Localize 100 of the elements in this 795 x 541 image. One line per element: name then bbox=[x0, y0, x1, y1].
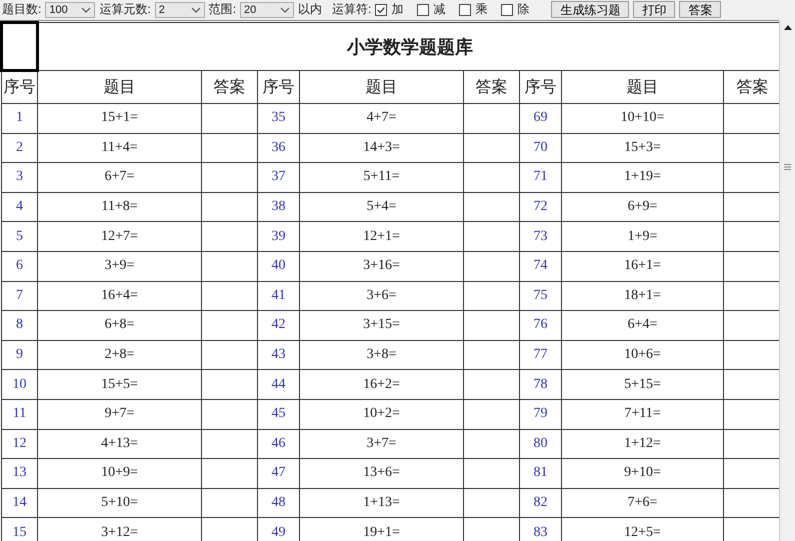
question-cell: 14+3= bbox=[300, 133, 464, 163]
checkbox-label: 加 bbox=[391, 1, 404, 18]
question-cell: 18+1= bbox=[562, 281, 724, 311]
checkbox[interactable] bbox=[417, 4, 430, 16]
answer-cell bbox=[202, 310, 258, 340]
number-cell: 81 bbox=[520, 458, 562, 488]
answer-cell bbox=[202, 133, 258, 163]
number-cell: 7 bbox=[2, 281, 38, 311]
answer-cell bbox=[202, 222, 258, 252]
answer-cell bbox=[202, 104, 258, 134]
number-cell: 42 bbox=[258, 310, 300, 340]
number-cell: 44 bbox=[258, 370, 300, 400]
question-cell: 15+5= bbox=[38, 370, 202, 400]
toolbar-button[interactable]: 生成练习题 bbox=[551, 1, 630, 18]
column-header: 答案 bbox=[464, 70, 520, 104]
answer-cell bbox=[202, 488, 258, 518]
answer-cell bbox=[464, 281, 520, 311]
question-cell: 16+1= bbox=[562, 251, 724, 282]
question-cell: 3+9= bbox=[38, 251, 202, 282]
question-cell: 10+9= bbox=[38, 458, 202, 488]
number-cell: 13 bbox=[2, 458, 38, 488]
answer-cell bbox=[464, 104, 520, 134]
vertical-scrollbar[interactable] bbox=[779, 20, 795, 541]
number-cell: 15 bbox=[2, 518, 38, 541]
checkbox[interactable] bbox=[501, 4, 514, 16]
answer-cell bbox=[464, 488, 520, 518]
question-cell: 1+19= bbox=[562, 162, 724, 192]
checkbox-label: 除 bbox=[517, 1, 530, 18]
number-cell: 82 bbox=[520, 488, 562, 518]
question-cell: 4+13= bbox=[38, 429, 202, 459]
number-cell: 76 bbox=[520, 310, 562, 340]
number-cell: 78 bbox=[520, 370, 562, 400]
question-cell: 6+7= bbox=[38, 162, 202, 192]
column-header: 答案 bbox=[202, 70, 258, 104]
column-header: 序号 bbox=[520, 70, 562, 104]
number-cell: 12 bbox=[2, 429, 38, 459]
grip-icon bbox=[784, 164, 791, 170]
number-cell: 69 bbox=[520, 104, 562, 134]
number-cell: 39 bbox=[258, 222, 300, 252]
question-cell: 3+8= bbox=[300, 340, 464, 370]
question-cell: 10+6= bbox=[562, 340, 724, 370]
question-cell: 15+3= bbox=[562, 133, 724, 163]
number-cell: 14 bbox=[2, 488, 38, 518]
corner-cell bbox=[2, 22, 38, 70]
answer-cell bbox=[202, 251, 258, 282]
number-cell: 80 bbox=[520, 429, 562, 459]
question-cell: 6+9= bbox=[562, 192, 724, 222]
number-cell: 71 bbox=[520, 162, 562, 192]
question-cell: 2+8= bbox=[38, 340, 202, 370]
question-cell: 9+10= bbox=[562, 458, 724, 488]
number-cell: 43 bbox=[258, 340, 300, 370]
count-dropdown[interactable]: 100 bbox=[45, 2, 96, 18]
toolbar-button[interactable]: 打印 bbox=[633, 1, 676, 18]
answer-cell bbox=[202, 162, 258, 192]
column-header: 题目 bbox=[300, 70, 464, 104]
caret-icon bbox=[190, 6, 201, 12]
number-cell: 79 bbox=[520, 399, 562, 430]
column-header: 题目 bbox=[562, 70, 724, 104]
number-cell: 11 bbox=[2, 399, 38, 430]
range-dropdown[interactable]: 20 bbox=[240, 2, 294, 18]
question-cell: 7+6= bbox=[562, 488, 724, 518]
operands-dropdown[interactable]: 2 bbox=[154, 2, 205, 18]
answer-cell bbox=[464, 310, 520, 340]
answer-cell bbox=[464, 162, 520, 192]
number-cell: 35 bbox=[258, 104, 300, 134]
question-cell: 4+7= bbox=[300, 104, 464, 134]
number-cell: 77 bbox=[520, 340, 562, 370]
number-cell: 48 bbox=[258, 488, 300, 518]
answer-cell bbox=[464, 370, 520, 400]
number-cell: 41 bbox=[258, 281, 300, 311]
number-cell: 40 bbox=[258, 251, 300, 282]
caret-icon bbox=[81, 6, 92, 12]
question-cell: 1+9= bbox=[562, 222, 724, 252]
question-cell: 3+7= bbox=[300, 429, 464, 459]
answer-cell bbox=[202, 281, 258, 311]
answer-cell bbox=[202, 370, 258, 400]
checkbox[interactable] bbox=[459, 4, 472, 16]
number-cell: 74 bbox=[520, 251, 562, 282]
range-label: 范围: bbox=[208, 1, 236, 18]
operands-label: 运算元数: bbox=[99, 1, 151, 18]
question-cell: 6+8= bbox=[38, 310, 202, 340]
scroll-up-icon[interactable] bbox=[784, 25, 792, 30]
question-cell: 11+8= bbox=[38, 192, 202, 222]
question-cell: 16+2= bbox=[300, 370, 464, 400]
answer-cell bbox=[464, 399, 520, 430]
question-cell: 1+12= bbox=[562, 429, 724, 459]
checkbox[interactable] bbox=[375, 4, 388, 16]
answer-cell bbox=[202, 429, 258, 459]
number-cell: 47 bbox=[258, 458, 300, 488]
caret-icon bbox=[280, 6, 290, 12]
checkbox-label: 乘 bbox=[475, 1, 488, 18]
answer-cell bbox=[464, 340, 520, 370]
question-cell: 5+11= bbox=[300, 162, 464, 192]
question-cell: 3+6= bbox=[300, 281, 464, 311]
question-cell: 15+1= bbox=[38, 104, 202, 134]
question-cell: 12+1= bbox=[300, 222, 464, 252]
number-cell: 5 bbox=[2, 222, 38, 252]
toolbar-button[interactable]: 答案 bbox=[679, 1, 722, 18]
number-cell: 70 bbox=[520, 133, 562, 163]
column-header: 序号 bbox=[258, 70, 300, 104]
